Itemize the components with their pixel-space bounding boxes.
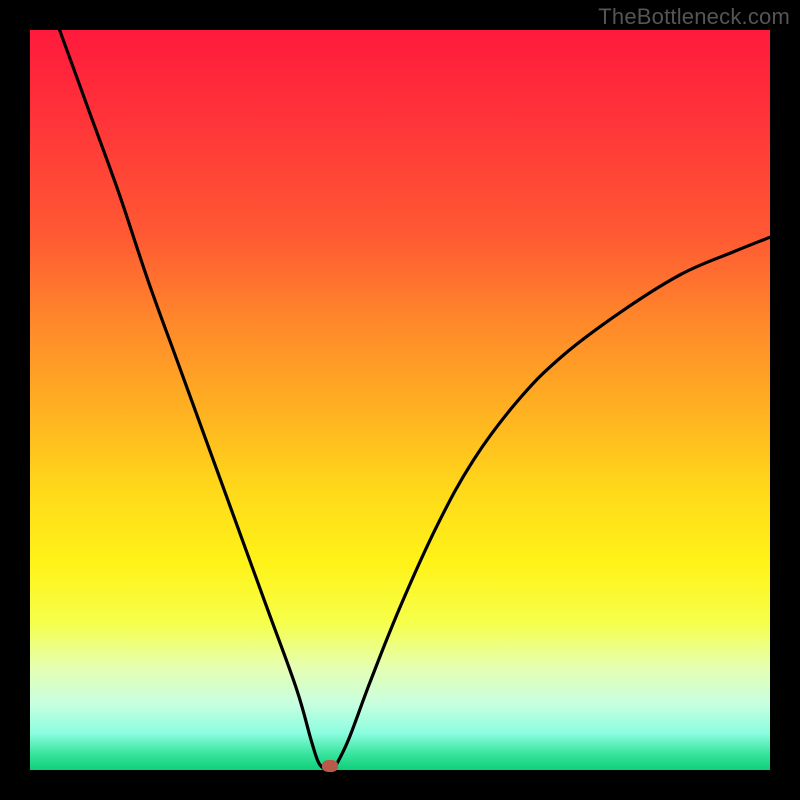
chart-frame: TheBottleneck.com — [0, 0, 800, 800]
bottleneck-curve — [30, 30, 770, 770]
plot-area — [30, 30, 770, 770]
curve-left-branch — [60, 30, 326, 770]
watermark-text: TheBottleneck.com — [598, 4, 790, 30]
curve-right-branch — [333, 237, 770, 770]
optimum-marker — [322, 760, 338, 772]
